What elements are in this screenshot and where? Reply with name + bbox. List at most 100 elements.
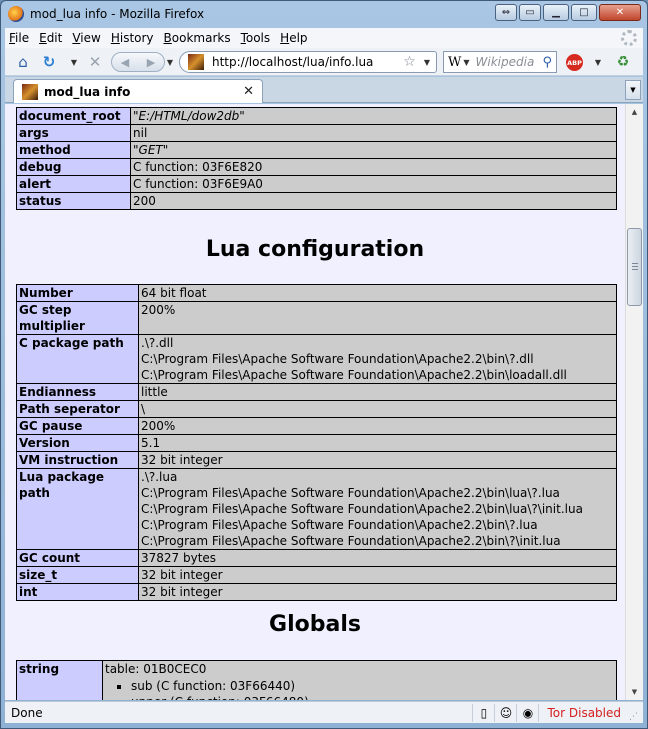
row-value: C function: 03F6E820	[130, 158, 617, 176]
row-value: "E:/HTML/dow2db"	[130, 107, 617, 125]
menu-item[interactable]: Bookmarks	[164, 31, 231, 45]
window-controls: ⇔ ▭ ▁ □ ✕	[495, 4, 641, 21]
search-input[interactable]: Wikipedia	[476, 55, 543, 69]
title-bar[interactable]: mod_lua info - Mozilla Firefox ⇔ ▭ ▁ □ ✕	[1, 1, 647, 27]
restore-tab-icon[interactable]: ▭	[519, 4, 541, 21]
menu-item[interactable]: View	[72, 31, 100, 45]
row-key: GC step multiplier	[16, 301, 139, 335]
adblock-dropdown-icon[interactable]: ▼	[593, 52, 603, 72]
lua-config-table: Number 64 bit float GC step multiplier 200%…	[16, 284, 617, 601]
row-key: size_t	[16, 566, 139, 584]
table-row: method "GET"	[16, 141, 617, 159]
table-row: alert C function: 03F6E9A0	[16, 175, 617, 193]
row-key: debug	[16, 158, 131, 176]
table-row: Number 64 bit float	[16, 284, 617, 302]
menu-item[interactable]: File	[9, 31, 29, 45]
maximize-button[interactable]: □	[571, 4, 597, 21]
table-row: document_root "E:/HTML/dow2db"	[16, 107, 617, 125]
table-row: size_t 32 bit integer	[16, 566, 617, 584]
row-key: GC pause	[16, 417, 139, 435]
navigation-toolbar: ⌂ ↻ ▼ ✕ ◀ ▶ ▼ http://localhost/lua/info.…	[5, 48, 643, 76]
row-value: \	[138, 400, 617, 418]
menu-item[interactable]: Edit	[39, 31, 62, 45]
firefox-status-icon[interactable]: ◉	[516, 703, 538, 722]
list-item: sub (C function: 03F66440)	[131, 678, 614, 694]
page-info-icon[interactable]: ▯	[472, 703, 494, 722]
request-table: document_root "E:/HTML/dow2db" args nil meth…	[16, 107, 617, 210]
menu-item[interactable]: Tools	[241, 31, 271, 45]
row-key: method	[16, 141, 131, 159]
table-row: GC count 37827 bytes	[16, 549, 617, 567]
path-line: .\?.lua	[141, 470, 178, 484]
global-members-list: sub (C function: 03F66440)upper (C funct…	[105, 678, 614, 700]
lua-config-heading: Lua configuration	[205, 237, 425, 262]
url-input[interactable]: http://localhost/lua/info.lua	[212, 55, 403, 69]
back-arrow-icon[interactable]: ◀	[121, 56, 129, 69]
table-row: VM instruction 32 bit integer	[16, 451, 617, 469]
swap-icon[interactable]: ⇔	[495, 4, 517, 21]
tab-list-icon[interactable]: ▼	[625, 80, 641, 100]
globals-table: stringtable: 01B0CEC0 sub (C function: 03…	[16, 660, 617, 700]
scroll-down-icon[interactable]: ▼	[626, 684, 643, 700]
row-key: string	[16, 660, 103, 700]
resize-grip-icon[interactable]: ⋰	[629, 704, 643, 722]
table-row: int 32 bit integer	[16, 583, 617, 601]
bookmark-star-icon[interactable]: ☆	[403, 54, 416, 70]
path-line: C:\Program Files\Apache Software Foundat…	[141, 518, 538, 532]
vertical-scrollbar[interactable]: ▲ ▼	[625, 104, 643, 700]
close-tab-icon[interactable]: ✕	[243, 84, 254, 99]
row-key: VM instruction	[16, 451, 139, 469]
history-dropdown-icon[interactable]: ▼	[165, 52, 175, 72]
back-forward-button[interactable]: ◀ ▶	[111, 52, 165, 72]
status-bar: Done ▯ ☺ ◉ Tor Disabled ⋰	[5, 701, 643, 723]
wikipedia-icon[interactable]: W	[448, 55, 461, 70]
row-key: Endianness	[16, 383, 139, 401]
path-line: C:\Program Files\Apache Software Foundat…	[141, 352, 534, 366]
row-value: 32 bit integer	[138, 583, 617, 601]
row-value: .\?.dll C:\Program Files\Apache Software …	[138, 334, 617, 384]
site-favicon-icon	[188, 54, 204, 70]
search-bar[interactable]: W ▼ Wikipedia ⚲	[443, 51, 557, 73]
url-bar[interactable]: http://localhost/lua/info.lua ☆ ▼	[179, 51, 437, 73]
search-engine-dropdown-icon[interactable]: ▼	[463, 58, 469, 67]
table-row: C package path .\?.dll C:\Program Files\Ap…	[16, 334, 617, 384]
path-line: C:\Program Files\Apache Software Foundat…	[141, 368, 567, 382]
row-value: table: 01B0CEC0 sub (C function: 03F66440…	[102, 660, 617, 700]
path-line: C:\Program Files\Apache Software Foundat…	[141, 534, 561, 548]
list-item: upper (C function: 03F66480)	[131, 694, 614, 700]
table-row: Endianness little	[16, 383, 617, 401]
firefox-icon	[8, 6, 24, 22]
close-button[interactable]: ✕	[599, 4, 641, 21]
stop-icon[interactable]: ✕	[85, 52, 105, 72]
row-value: 64 bit float	[138, 284, 617, 302]
tab-mod-lua-info[interactable]: mod_lua info ✕	[13, 79, 263, 103]
browser-window: mod_lua info - Mozilla Firefox ⇔ ▭ ▁ □ ✕…	[0, 0, 648, 729]
table-row: GC step multiplier 200%	[16, 301, 617, 335]
row-value: 32 bit integer	[138, 566, 617, 584]
row-key: args	[16, 124, 131, 142]
menu-bar: File Edit View History Bookmarks Tools Help	[5, 28, 643, 48]
home-icon[interactable]: ⌂	[13, 52, 33, 72]
url-dropdown-icon[interactable]: ▼	[424, 58, 430, 67]
forward-arrow-icon[interactable]: ▶	[147, 56, 155, 69]
row-key: int	[16, 583, 139, 601]
table-row: status 200	[16, 192, 617, 210]
menu-item[interactable]: History	[111, 31, 154, 45]
addon-face-icon[interactable]: ☺	[494, 703, 516, 722]
tor-status[interactable]: Tor Disabled	[538, 703, 629, 722]
row-key: GC count	[16, 549, 139, 567]
row-value: 32 bit integer	[138, 451, 617, 469]
extension-icon[interactable]: ♻	[613, 52, 633, 72]
path-line: .\?.dll	[141, 336, 174, 350]
menu-item[interactable]: Help	[280, 31, 307, 45]
search-icon[interactable]: ⚲	[542, 55, 552, 70]
table-row: args nil	[16, 124, 617, 142]
scroll-thumb[interactable]	[627, 228, 642, 306]
table-row: Version 5.1	[16, 434, 617, 452]
minimize-button[interactable]: ▁	[543, 4, 569, 21]
chevron-down-icon[interactable]: ▼	[69, 52, 79, 72]
reload-icon[interactable]: ↻	[39, 52, 59, 72]
adblock-icon[interactable]: ABP	[566, 54, 583, 71]
row-key: Lua package path	[16, 468, 139, 550]
scroll-up-icon[interactable]: ▲	[626, 104, 643, 120]
